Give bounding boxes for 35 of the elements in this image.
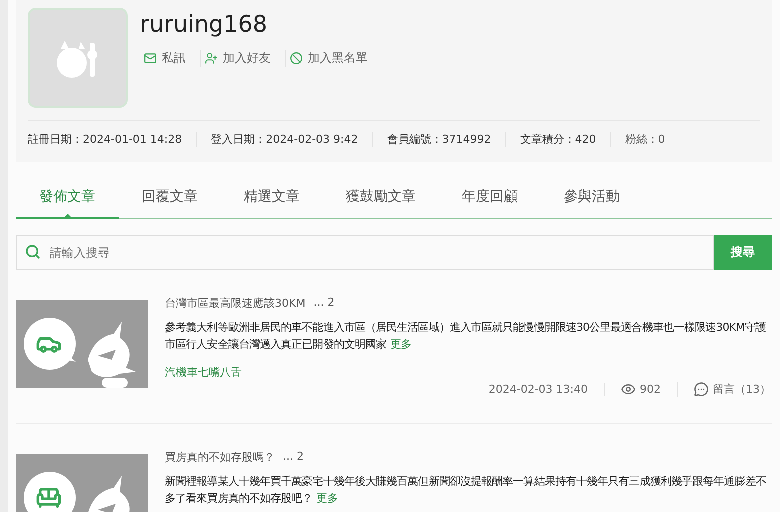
- post-date: 2024-02-03 13:40: [472, 383, 605, 396]
- comment-count[interactable]: 留言（13）: [713, 382, 771, 397]
- tab[interactable]: 年度回顧: [462, 180, 518, 219]
- eye-icon: [621, 382, 636, 397]
- more-link[interactable]: 更多: [390, 338, 412, 351]
- tab[interactable]: 參與活動: [564, 180, 620, 219]
- tab[interactable]: 獲鼓勵文章: [346, 180, 416, 219]
- tab[interactable]: 發佈文章: [16, 180, 119, 219]
- reply-count: ... 2: [314, 296, 335, 311]
- post-excerpt: 參考義大利等歐洲非居民的車不能進入市區（居民生活區域）進入市區就只能慢慢開限速30公里最適合機車也一樣限速30KM守護市區行人安全讓台灣邁入真正已開發的文明國家 更多: [165, 320, 768, 353]
- reply-count: ... 2: [283, 450, 304, 465]
- profile-stat: 登入日期：2024-02-03 9:42: [197, 132, 374, 147]
- search-button[interactable]: 搜尋: [714, 235, 772, 270]
- category-link[interactable]: 汽機車七嘴八舌: [165, 365, 773, 380]
- post-title[interactable]: 台灣市區最高限速應該30KM: [165, 296, 306, 311]
- post-title[interactable]: 買房真的不如存股嗎？: [165, 450, 275, 465]
- profile-stat: 文章積分：420: [506, 132, 612, 147]
- ban-icon: [290, 52, 303, 65]
- search-field[interactable]: 請輸入搜尋: [16, 235, 714, 270]
- tab[interactable]: 回覆文章: [142, 180, 198, 219]
- view-count: 902: [640, 383, 661, 396]
- add-user-icon: [205, 52, 218, 65]
- profile-action-link[interactable]: 私訊: [140, 50, 201, 67]
- more-link[interactable]: 更多: [316, 492, 338, 505]
- search-icon: [25, 244, 41, 260]
- profile-stat: 註冊日期：2024-01-01 14:28: [28, 132, 198, 147]
- profile-action-link[interactable]: 加入好友: [201, 50, 286, 67]
- post-excerpt: 新聞裡報導某人十幾年買千萬豪宅十幾年後大賺幾百萬但新聞卻沒提報酬率一算結果持有十幾年只有三成獲利幾乎跟每年通膨差不多了看來買房真的不如存股吧？ 更多: [165, 474, 768, 507]
- username: ruruing168: [140, 12, 269, 38]
- profile-stat: 粉絲：0: [624, 132, 666, 147]
- comment-icon: [694, 382, 709, 397]
- mail-icon: [144, 52, 157, 65]
- profile-stat: 會員編號：3714992: [373, 132, 506, 147]
- profile-action-link[interactable]: 加入黑名單: [286, 50, 382, 67]
- tab[interactable]: 精選文章: [244, 180, 300, 219]
